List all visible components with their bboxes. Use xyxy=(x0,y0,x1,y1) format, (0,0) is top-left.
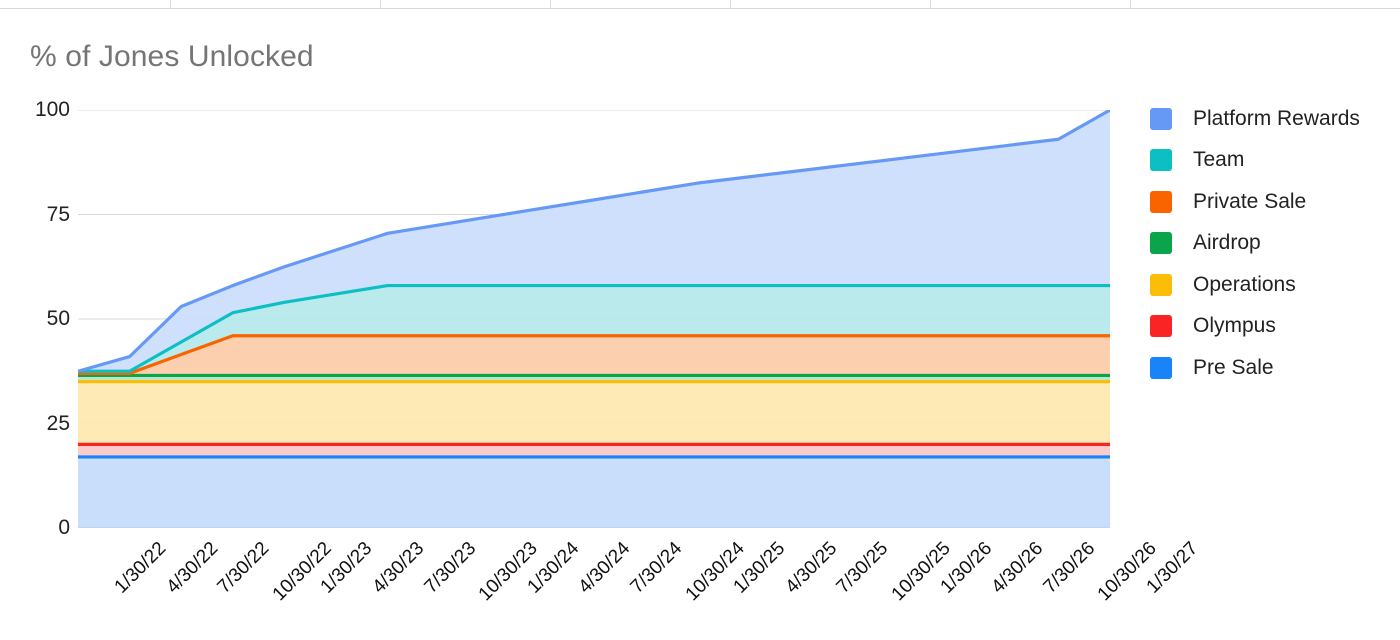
legend-item-label: Operations xyxy=(1193,272,1296,296)
area-band xyxy=(78,335,1110,376)
legend-item-label: Olympus xyxy=(1193,314,1276,338)
x-axis-tick-label: 4/30/23 xyxy=(368,538,429,598)
x-axis: 1/30/22 4/30/22 7/30/22 10/30/22 1/30/23 4/30… xyxy=(0,530,1203,640)
legend-item-label: Platform Rewards xyxy=(1193,106,1360,130)
x-axis-tick-label: 7/30/25 xyxy=(832,538,893,598)
legend-item[interactable]: Operations xyxy=(1150,264,1400,306)
legend-swatch-icon xyxy=(1150,149,1172,172)
area-band xyxy=(78,444,1110,457)
x-axis-tick-label: 4/30/25 xyxy=(781,538,842,598)
legend-item[interactable]: Private Sale xyxy=(1150,181,1400,223)
legend-item-label: Private Sale xyxy=(1193,189,1307,213)
legend-item[interactable]: Platform Rewards xyxy=(1150,98,1400,140)
legend-item-label: Team xyxy=(1193,148,1245,172)
legend-swatch-icon xyxy=(1150,107,1172,130)
legend-item[interactable]: Team xyxy=(1150,140,1400,182)
legend-swatch-icon xyxy=(1150,190,1172,213)
legend-swatch-icon xyxy=(1150,232,1172,255)
legend-swatch-icon xyxy=(1150,273,1172,296)
x-axis-tick-label: 10/30/25 xyxy=(887,538,955,606)
plot-area xyxy=(78,110,1110,528)
legend-item[interactable]: Pre Sale xyxy=(1150,347,1400,389)
legend-swatch-icon xyxy=(1150,315,1172,338)
legend-item[interactable]: Olympus xyxy=(1150,306,1400,348)
legend-swatch-icon xyxy=(1150,356,1172,379)
x-axis-tick-label: 4/30/24 xyxy=(574,538,635,598)
x-axis-tick-label: 7/30/22 xyxy=(213,538,274,598)
legend-item-label: Airdrop xyxy=(1193,231,1261,255)
x-axis-tick-label: 1/30/22 xyxy=(110,538,171,598)
y-axis-tick-label: 100 xyxy=(34,98,70,121)
y-axis: 0 25 50 75 100 xyxy=(12,99,70,538)
y-axis-tick-label: 25 xyxy=(46,411,70,435)
y-axis-tick-label: 50 xyxy=(46,307,70,330)
x-axis-tick-label: 7/30/24 xyxy=(626,538,687,598)
chart-legend: Platform Rewards Team Private Sale Airdrop O… xyxy=(1150,98,1400,389)
x-axis-tick-label: 4/30/26 xyxy=(987,538,1048,598)
legend-item[interactable]: Airdrop xyxy=(1150,223,1400,265)
stacked-area-plot xyxy=(78,110,1110,528)
x-axis-tick-label: 7/30/23 xyxy=(420,538,480,598)
x-axis-tick-label: 4/30/22 xyxy=(162,538,222,598)
legend-item-label: Pre Sale xyxy=(1193,355,1274,379)
area-band xyxy=(78,456,1110,528)
area-band xyxy=(78,381,1110,445)
x-axis-tick-label: 7/30/26 xyxy=(1039,538,1100,598)
chart-title: % of Jones Unlocked xyxy=(30,40,314,73)
y-axis-tick-label: 75 xyxy=(46,202,70,226)
chart-container: % of Jones Unlocked 0 25 50 75 100 1/30/22 4/… xyxy=(0,8,1400,632)
